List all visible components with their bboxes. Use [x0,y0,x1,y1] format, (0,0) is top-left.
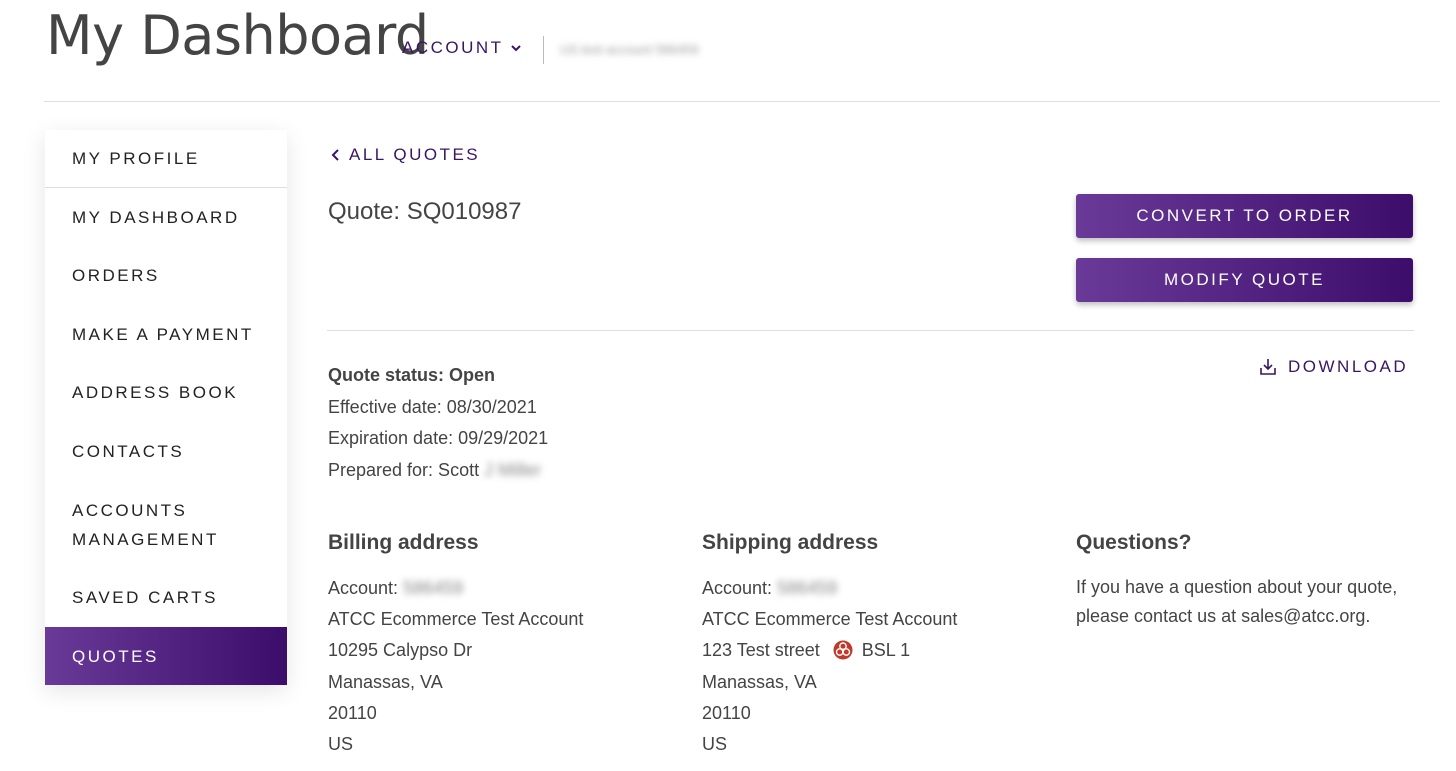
sidebar-item-make-a-payment[interactable]: MAKE A PAYMENT [45,305,287,364]
convert-to-order-button[interactable]: CONVERT TO ORDER [1076,194,1413,238]
billing-heading: Billing address [328,531,479,554]
sidebar-item-address-book[interactable]: ADDRESS BOOK [45,364,287,423]
prepared-for-name: J Miller [484,459,542,480]
sidebar-item-label: ACCOUNTS MANAGEMENT [72,500,219,549]
all-quotes-label: ALL QUOTES [349,145,481,164]
sidebar-item-label: ORDERS [72,266,160,286]
shipping-street: 123 Test street [702,640,820,661]
sidebar-item-label: QUOTES [72,646,159,666]
download-label: DOWNLOAD [1288,357,1409,376]
questions-heading: Questions? [1076,531,1192,554]
chevron-left-icon [331,149,339,161]
modify-quote-button[interactable]: MODIFY QUOTE [1076,258,1413,302]
questions-section: Questions? If you have a question about … [1076,528,1406,631]
quote-meta: Quote status: Open Effective date: 08/30… [328,360,548,486]
chevron-down-icon [510,45,521,52]
sidebar-item-label: SAVED CARTS [72,588,218,608]
sidebar-item-orders[interactable]: ORDERS [45,247,287,306]
billing-account-id: 586459 [403,578,464,598]
billing-name: ATCC Ecommerce Test Account [328,609,584,630]
billing-zip: 20110 [328,702,377,723]
sidebar-item-saved-carts[interactable]: SAVED CARTS [45,569,287,628]
shipping-account: Account: 586459 [702,573,957,604]
sidebar-item-quotes[interactable]: QUOTES [45,627,287,685]
prepared-for-label: Prepared for: Scott [328,459,480,480]
shipping-city: Manassas, VA [702,671,817,692]
biohazard-icon [833,640,853,660]
header-divider [543,36,544,64]
quote-status: Quote status: Open [328,365,496,385]
sidebar: MY PROFILE MY DASHBOARD ORDERS MAKE A PA… [45,130,287,685]
account-dropdown[interactable]: ACCOUNT [402,38,522,58]
shipping-zip: 20110 [702,702,751,723]
sidebar-item-label: ADDRESS BOOK [72,383,239,403]
questions-text: If you have a question about your quote,… [1076,577,1398,626]
billing-address: Billing address Account: 586459 ATCC Eco… [328,528,583,760]
sidebar-item-my-profile[interactable]: MY PROFILE [45,130,287,188]
billing-street: 10295 Calypso Dr [328,640,473,661]
download-link[interactable]: DOWNLOAD [1258,357,1408,377]
prepared-for: Prepared for: Scott J Miller [328,455,548,487]
header-divider-line [44,101,1440,102]
billing-account-label: Account: [328,578,399,598]
page-title: My Dashboard [46,4,429,67]
billing-account: Account: 586459 [328,573,583,604]
billing-city: Manassas, VA [328,671,443,692]
shipping-address: Shipping address Account: 586459 ATCC Ec… [702,528,957,760]
shipping-bsl: BSL 1 [861,640,911,661]
shipping-street-row: 123 Test street BSL 1 [702,635,957,666]
quote-title: Quote: SQ010987 [328,198,522,225]
shipping-name: ATCC Ecommerce Test Account [702,609,958,630]
account-id: US test account 586459 [560,42,699,57]
sidebar-item-label: MY PROFILE [72,149,200,168]
sidebar-item-accounts-management[interactable]: ACCOUNTS MANAGEMENT [45,481,287,569]
sidebar-item-contacts[interactable]: CONTACTS [45,422,287,481]
account-dropdown-label: ACCOUNT [402,38,504,57]
billing-country: US [328,733,354,754]
sidebar-item-label: MY DASHBOARD [72,207,240,227]
shipping-heading: Shipping address [702,531,879,554]
shipping-country: US [702,733,728,754]
section-divider [327,330,1414,331]
sidebar-item-label: CONTACTS [72,441,185,461]
all-quotes-link[interactable]: ALL QUOTES [331,145,480,165]
sidebar-item-my-dashboard[interactable]: MY DASHBOARD [45,188,287,247]
sidebar-item-label: MAKE A PAYMENT [72,324,254,344]
shipping-account-label: Account: [702,578,773,598]
shipping-account-id: 586459 [777,578,838,598]
download-icon [1260,359,1276,375]
expiration-date: Expiration date: 09/29/2021 [328,428,549,448]
effective-date: Effective date: 08/30/2021 [328,396,537,417]
